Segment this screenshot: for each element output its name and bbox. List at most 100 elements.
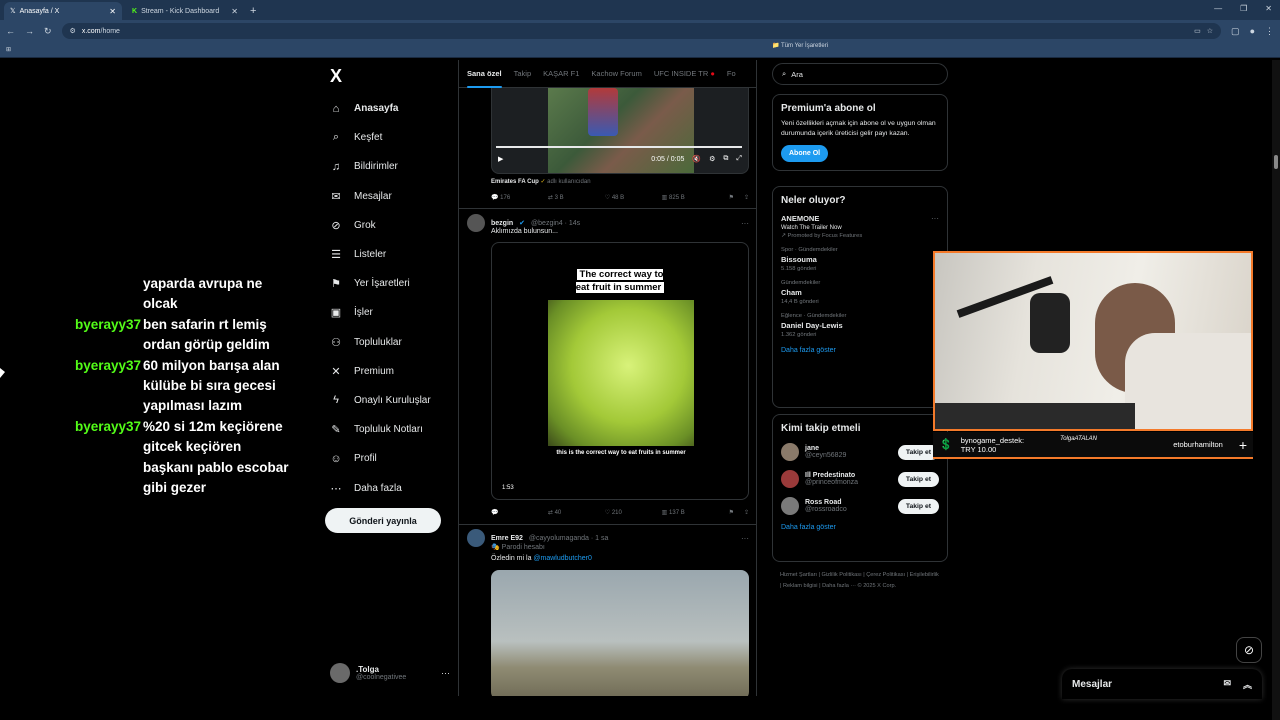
more-dots-icon[interactable]: ···: [741, 534, 749, 543]
share-icon[interactable]: ⇪: [744, 194, 749, 201]
tweet-author[interactable]: bezgin: [491, 220, 513, 227]
tab-kachow-forum[interactable]: Kachow Forum: [591, 69, 641, 78]
play-icon[interactable]: ▶: [498, 155, 503, 163]
trend-item[interactable]: Spor · Gündemdekiler Bissouma 5.158 gönd…: [781, 247, 939, 272]
close-window-icon[interactable]: ✕: [1265, 4, 1272, 13]
avatar[interactable]: [467, 214, 485, 232]
fullscreen-icon[interactable]: ⤢: [736, 155, 742, 163]
more-dots-icon[interactable]: ···: [931, 214, 939, 223]
forward-icon[interactable]: →: [25, 26, 34, 36]
x-page: yaparda avrupa ne olcak byerayy37 ben saf…: [0, 60, 1280, 720]
extensions-icon[interactable]: ▢: [1231, 26, 1240, 37]
views-button[interactable]: ▥ 137 B: [662, 509, 719, 516]
nav-item-briefcase[interactable]: ▣ İşler: [325, 298, 455, 327]
like-button[interactable]: ♡ 48 B: [605, 194, 662, 201]
notes-icon: ✎: [331, 424, 341, 437]
video-player[interactable]: ▶ 0:05 / 0:05 🔇 ⚙ ⧉ ⤢: [491, 88, 749, 174]
nav-item-communities[interactable]: ⚇ Topluluklar: [325, 328, 455, 357]
nav-item-lightning[interactable]: ϟ Onaylı Kuruluşlar: [325, 386, 455, 415]
nav-item-more-circle[interactable]: ⋯ Daha fazla: [325, 473, 455, 502]
pip-icon[interactable]: ⧉: [723, 155, 728, 163]
tab-title: Stream - Kick Dashboard: [141, 7, 220, 15]
address-bar[interactable]: ⚙ x.com/home ▭ ☆: [61, 23, 1222, 39]
tab-x-home[interactable]: 𝕏 Anasayfa / X ✕: [4, 2, 122, 20]
show-more-link[interactable]: Daha fazla göster: [781, 524, 939, 531]
nav-item-grok[interactable]: ⊘ Grok: [325, 211, 455, 240]
nav-item-x-premium[interactable]: ✕ Premium: [325, 357, 455, 386]
follow-suggestion[interactable]: jane @ceyn56829 Takip et: [781, 443, 939, 461]
profile-avatar-icon[interactable]: ●: [1250, 26, 1255, 36]
grok-button[interactable]: ⊘: [1236, 637, 1262, 663]
avatar[interactable]: [467, 529, 485, 547]
post-button[interactable]: Gönderi yayınla: [325, 508, 441, 533]
back-icon[interactable]: ←: [6, 26, 15, 36]
promoted-trend[interactable]: ANEMONE Watch The Trailer Now ↗ Promoted…: [781, 214, 939, 239]
tab-ufc-inside-tr[interactable]: UFC INSIDE TR ●: [654, 69, 715, 78]
site-info-icon[interactable]: ⚙: [70, 27, 76, 35]
tweet-handle[interactable]: @cayyolumaganda · 1 sa: [529, 535, 608, 542]
trend-item[interactable]: Eğlence · Gündemdekiler Daniel Day-Lewis…: [781, 313, 939, 338]
trend-item[interactable]: Gündemdekiler Cham 14,4 B gönderi: [781, 280, 939, 305]
expand-icon[interactable]: ︽: [1243, 678, 1252, 691]
nav-item-bell[interactable]: ♫ Bildirimler: [325, 152, 455, 181]
reply-button[interactable]: 💬: [491, 509, 548, 516]
settings-icon[interactable]: ⚙: [709, 155, 715, 163]
minimize-icon[interactable]: —: [1214, 4, 1222, 13]
nav-item-mail[interactable]: ✉ Mesajlar: [325, 182, 455, 211]
video-source[interactable]: Emirates FA Cup ✓ adlı kullanıcıdan: [491, 178, 591, 185]
follow-button[interactable]: Takip et: [897, 471, 939, 487]
nav-item-list[interactable]: ☰ Listeler: [325, 240, 455, 269]
tab-kasar-f1[interactable]: KAŞAR F1: [543, 69, 579, 78]
restore-icon[interactable]: ❐: [1240, 4, 1247, 13]
more-dots-icon[interactable]: ···: [441, 668, 450, 678]
star-icon[interactable]: ☆: [1207, 27, 1213, 35]
share-icon[interactable]: ⇪: [744, 509, 749, 516]
page-scrollbar[interactable]: [1272, 60, 1280, 720]
mention-link[interactable]: @mawludbutcher0: [533, 555, 591, 562]
reply-button[interactable]: 💬 176: [491, 194, 548, 201]
follow-suggestion[interactable]: Ill Predestinato @princeofmonza Takip et: [781, 470, 939, 488]
compose-message-icon[interactable]: ✉: [1223, 678, 1231, 691]
bookmark-icon[interactable]: ⚑: [729, 509, 734, 516]
nav-item-home[interactable]: ⌂ Anasayfa: [325, 94, 455, 123]
nav-item-bookmark[interactable]: ⚑ Yer İşaretleri: [325, 269, 455, 298]
close-tab-icon[interactable]: ✕: [231, 7, 238, 16]
briefcase-icon: ▣: [330, 307, 342, 320]
new-tab-button[interactable]: +: [250, 5, 256, 17]
close-tab-icon[interactable]: ✕: [109, 7, 116, 16]
tab-following[interactable]: Takip: [514, 69, 532, 78]
tweet-video[interactable]: The correct way to eat fruit in summer t…: [491, 242, 749, 500]
account-switcher[interactable]: .Tolga @coolnegativee ···: [330, 663, 450, 683]
nav-item-notes[interactable]: ✎ Topluluk Notları: [325, 415, 455, 444]
footer-links[interactable]: Hizmet Şartları | Gizlilik Politikası | …: [780, 570, 940, 592]
mute-icon[interactable]: 🔇: [692, 155, 701, 163]
install-icon[interactable]: ▭: [1194, 27, 1201, 35]
views-button[interactable]: ▥ 825 B: [662, 194, 719, 201]
bookmark-icon[interactable]: ⚑: [729, 194, 734, 201]
follow-suggestion[interactable]: Ross Road @rossroadco Takip et: [781, 497, 939, 515]
tweet-handle[interactable]: @bezgin4 · 14s: [531, 220, 580, 227]
tab-for-you[interactable]: Sana özel: [467, 69, 502, 88]
x-logo-icon[interactable]: X: [330, 66, 455, 94]
menu-kebab-icon[interactable]: ⋮: [1265, 26, 1274, 37]
apps-grid-icon[interactable]: ⊞: [6, 46, 11, 53]
video-scrubber[interactable]: [496, 146, 742, 148]
messages-drawer[interactable]: Mesajlar ✉ ︽: [1062, 669, 1262, 699]
follow-button[interactable]: Takip et: [897, 498, 939, 514]
like-button[interactable]: ♡ 210: [605, 509, 662, 516]
more-dots-icon[interactable]: ···: [741, 219, 749, 228]
reload-icon[interactable]: ↻: [44, 26, 52, 37]
tweet-image[interactable]: [491, 570, 749, 696]
tweet-author[interactable]: Emre E92: [491, 535, 523, 542]
search-input[interactable]: ⌕ Ara: [772, 63, 948, 85]
scrollbar-thumb[interactable]: [1274, 155, 1278, 169]
tab-kick-dashboard[interactable]: K Stream - Kick Dashboard ✕: [126, 2, 244, 20]
subscribe-button[interactable]: Abone Ol: [781, 145, 829, 162]
nav-item-profile[interactable]: ☺ Profil: [325, 444, 455, 473]
nav-item-search[interactable]: ⌕ Keşfet: [325, 123, 455, 152]
repost-button[interactable]: ⇄ 3 B: [548, 194, 605, 201]
show-more-link[interactable]: Daha fazla göster: [781, 347, 939, 354]
tab-more[interactable]: Fo: [727, 69, 736, 78]
all-bookmarks-link[interactable]: 📁 Tüm Yer İşaretleri: [772, 42, 948, 49]
repost-button[interactable]: ⇄ 40: [548, 509, 605, 516]
